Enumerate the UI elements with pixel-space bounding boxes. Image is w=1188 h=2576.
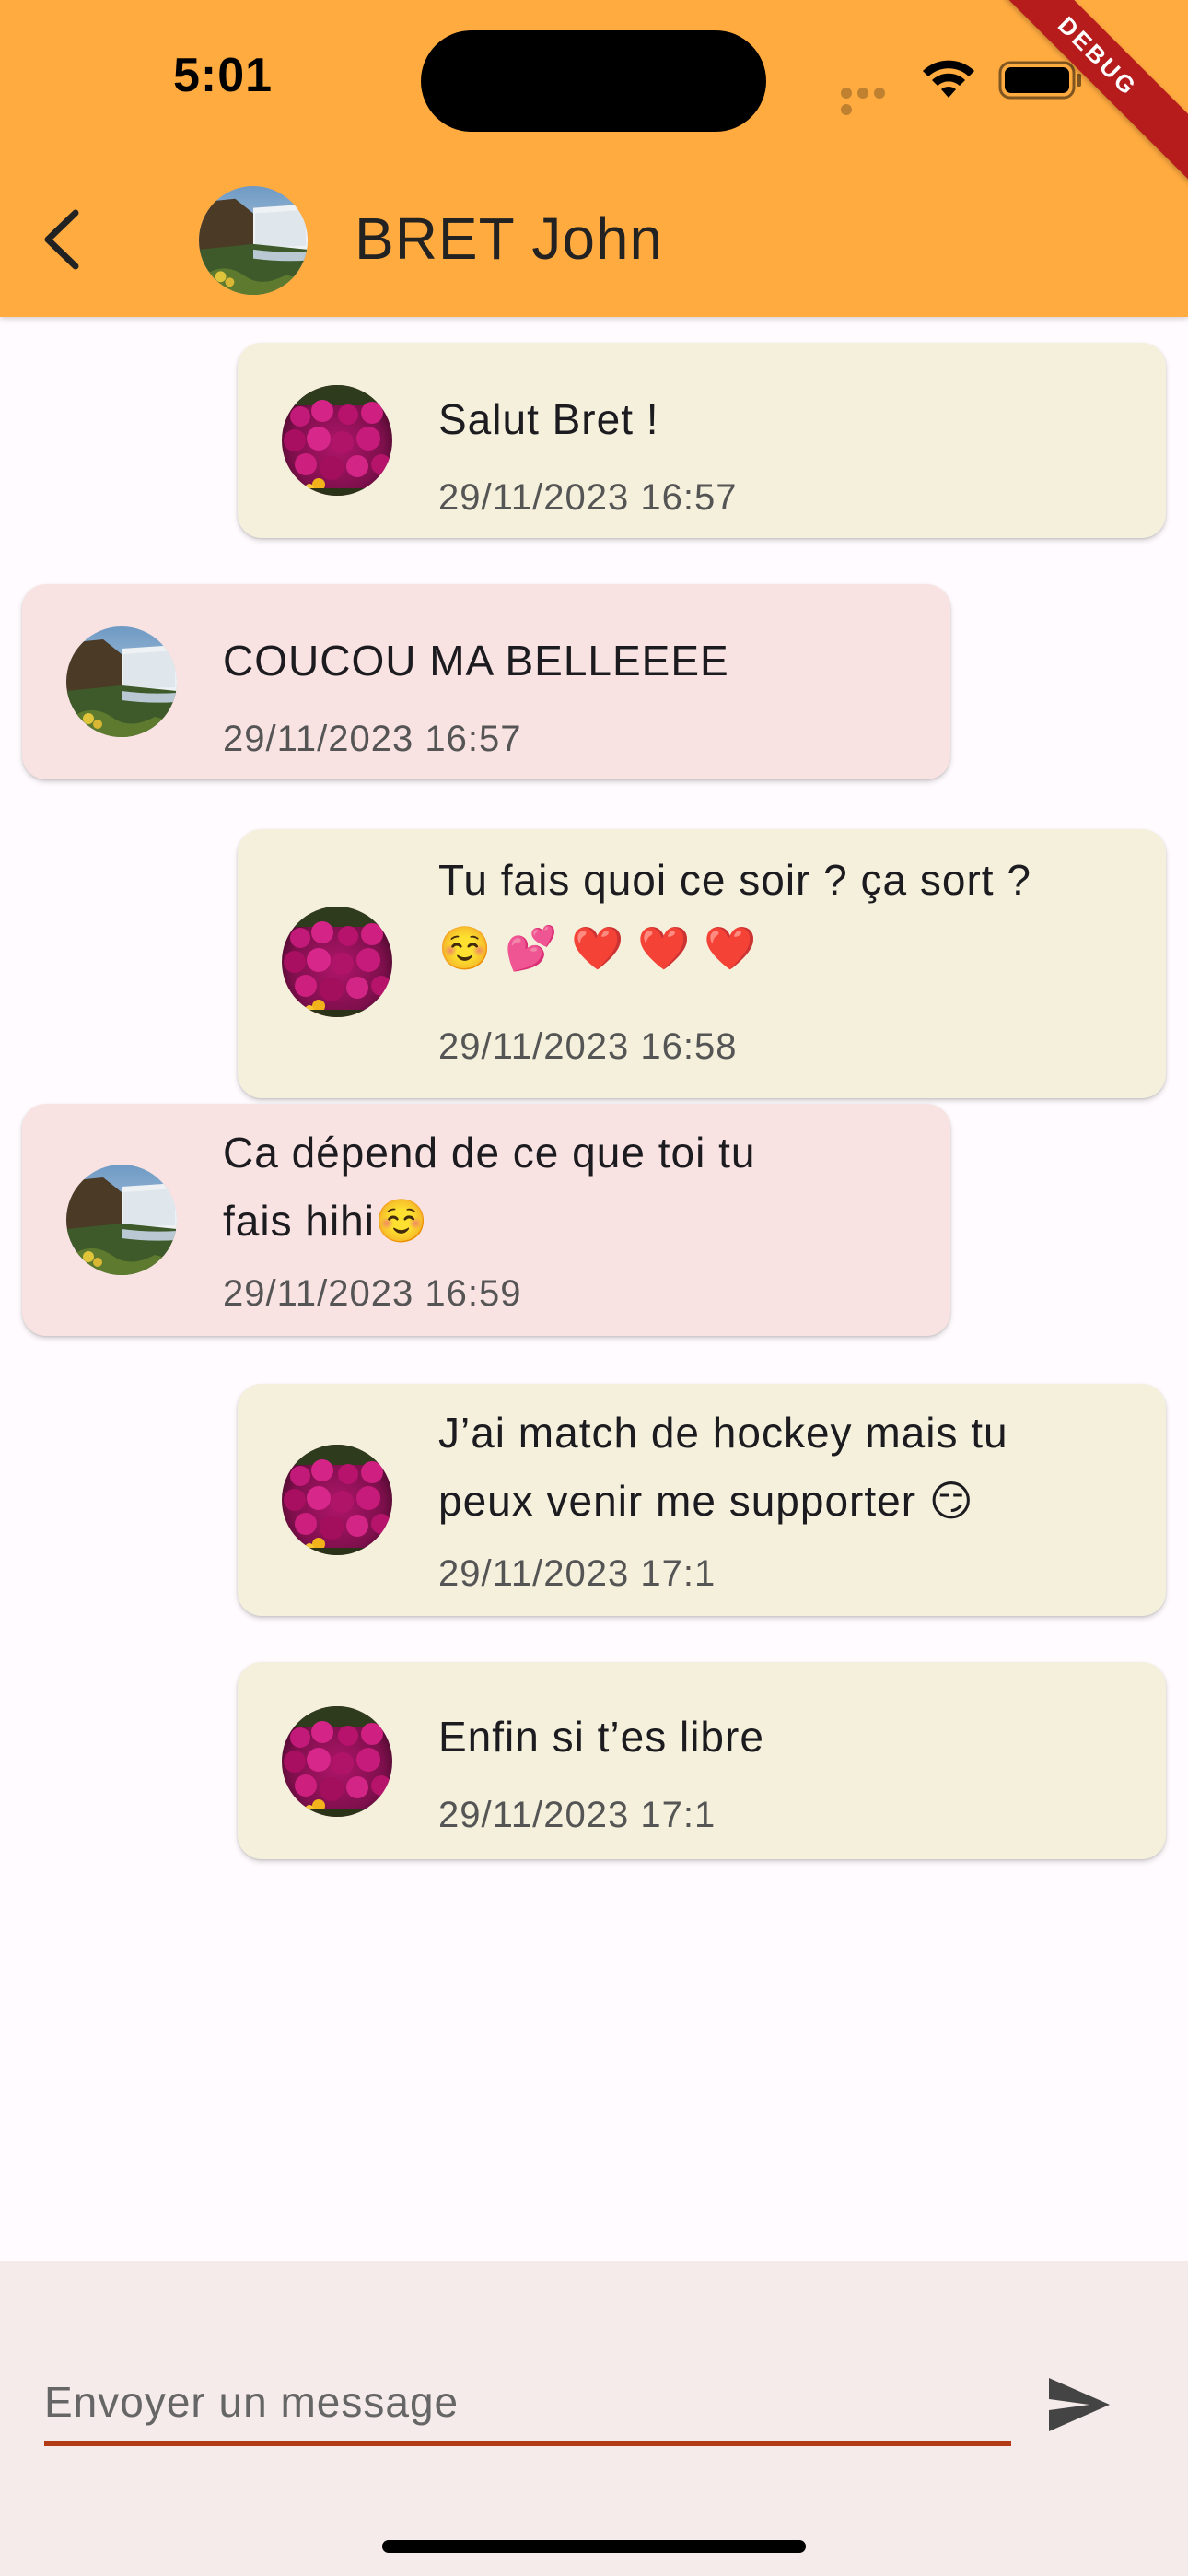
home-indicator bbox=[382, 2540, 806, 2553]
send-button[interactable] bbox=[1041, 2366, 1118, 2443]
message-text: Salut Bret ! bbox=[438, 395, 659, 443]
message-timestamp: 29/11/2023 16:59 bbox=[223, 1273, 522, 1314]
sender-avatar bbox=[282, 1445, 392, 1555]
message-text-line2: peux venir me supporter 😏 bbox=[438, 1477, 974, 1525]
message-timestamp: 29/11/2023 16:57 bbox=[223, 719, 522, 759]
message-timestamp: 29/11/2023 16:57 bbox=[438, 477, 738, 518]
contact-avatar[interactable] bbox=[199, 186, 308, 295]
sender-avatar bbox=[282, 907, 392, 1017]
battery-icon bbox=[998, 61, 1081, 100]
message-list[interactable]: Salut Bret ! 29/11/2023 16:57 COUCOU MA … bbox=[0, 317, 1188, 2261]
message-bubble-sent[interactable]: Salut Bret ! 29/11/2023 16:57 bbox=[238, 343, 1166, 538]
sender-avatar bbox=[66, 1165, 177, 1275]
message-composer bbox=[0, 2261, 1188, 2576]
wifi-icon bbox=[923, 60, 974, 98]
message-text: Tu fais quoi ce soir ? ça sort ? bbox=[438, 856, 1031, 904]
message-timestamp: 29/11/2023 16:58 bbox=[438, 1026, 738, 1067]
message-input[interactable] bbox=[44, 2362, 1011, 2446]
sender-avatar bbox=[282, 1706, 392, 1817]
dynamic-island bbox=[421, 30, 766, 132]
contact-name: BRET John bbox=[355, 205, 664, 272]
message-text: J’ai match de hockey mais tu bbox=[438, 1409, 1008, 1457]
message-emoji-line: ☺️ 💕 ❤️ ❤️ ❤️ bbox=[438, 924, 758, 972]
message-bubble-received[interactable]: COUCOU MA BELLEEEE 29/11/2023 16:57 bbox=[22, 584, 950, 779]
message-bubble-sent[interactable]: J’ai match de hockey mais tu peux venir … bbox=[238, 1384, 1166, 1616]
message-bubble-sent[interactable]: Tu fais quoi ce soir ? ça sort ? ☺️ 💕 ❤️… bbox=[238, 829, 1166, 1098]
app-bar: 5:01 DEBUG BRET John bbox=[0, 0, 1188, 317]
status-time: 5:01 bbox=[173, 49, 274, 102]
message-text-line2: fais hihi☺️ bbox=[223, 1197, 429, 1245]
message-timestamp: 29/11/2023 17:1 bbox=[438, 1553, 716, 1594]
message-text: COUCOU MA BELLEEEE bbox=[223, 637, 729, 685]
message-text: Enfin si t’es libre bbox=[438, 1713, 764, 1761]
sender-avatar bbox=[282, 385, 392, 496]
message-bubble-sent[interactable]: Enfin si t’es libre 29/11/2023 17:1 bbox=[238, 1662, 1166, 1859]
message-timestamp: 29/11/2023 17:1 bbox=[438, 1795, 716, 1835]
chevron-left-icon bbox=[44, 209, 79, 270]
send-icon bbox=[1049, 2378, 1110, 2431]
sender-avatar bbox=[66, 626, 177, 737]
message-text: Ca dépend de ce que toi tu bbox=[223, 1129, 756, 1177]
cellular-signal-icon bbox=[841, 87, 905, 115]
back-button[interactable] bbox=[28, 195, 94, 284]
message-bubble-received[interactable]: Ca dépend de ce que toi tu fais hihi☺️ 2… bbox=[22, 1104, 950, 1336]
